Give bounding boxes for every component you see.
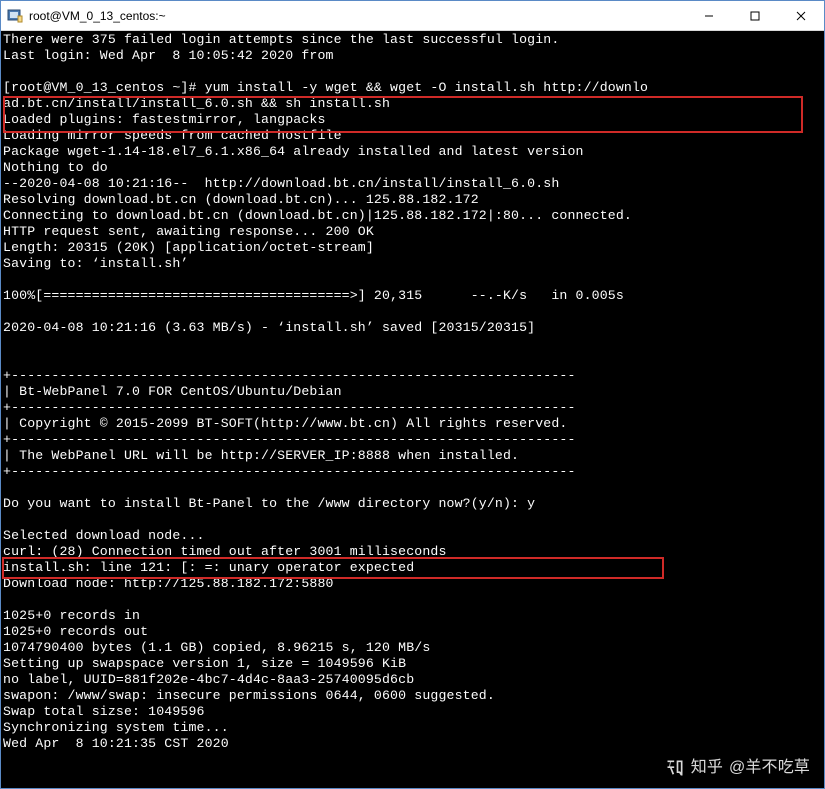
putty-app-icon — [7, 8, 23, 24]
terminal-line: HTTP request sent, awaiting response... … — [3, 224, 374, 239]
terminal-line: | Copyright © 2015-2099 BT-SOFT(http://w… — [3, 416, 567, 431]
terminal-line: ad.bt.cn/install/install_6.0.sh && sh in… — [3, 96, 390, 111]
terminal-line: Length: 20315 (20K) [application/octet-s… — [3, 240, 374, 255]
terminal-line: 100%[===================================… — [3, 288, 624, 303]
terminal-line: Synchronizing system time... — [3, 720, 229, 735]
titlebar[interactable]: root@VM_0_13_centos:~ — [1, 1, 824, 31]
terminal-line: Loaded plugins: fastestmirror, langpacks — [3, 112, 326, 127]
putty-window: root@VM_0_13_centos:~ There were 375 fai… — [0, 0, 825, 789]
terminal-line: Nothing to do — [3, 160, 108, 175]
terminal-line: install.sh: line 121: [: =: unary operat… — [3, 560, 414, 575]
terminal-line: +---------------------------------------… — [3, 400, 576, 415]
terminal-line: Loading mirror speeds from cached hostfi… — [3, 128, 342, 143]
terminal-line: 1074790400 bytes (1.1 GB) copied, 8.9621… — [3, 640, 430, 655]
maximize-button[interactable] — [732, 1, 778, 31]
terminal-line: Download node: http://125.88.182.172:588… — [3, 576, 334, 591]
terminal-line: +---------------------------------------… — [3, 464, 576, 479]
terminal-line: swapon: /www/swap: insecure permissions … — [3, 688, 495, 703]
terminal-pane[interactable]: There were 375 failed login attempts sin… — [1, 31, 824, 788]
terminal-line: | The WebPanel URL will be http://SERVER… — [3, 448, 519, 463]
watermark-user: @羊不吃草 — [729, 760, 810, 776]
terminal-line: Package wget-1.14-18.el7_6.1.x86_64 alre… — [3, 144, 584, 159]
terminal-line: curl: (28) Connection timed out after 30… — [3, 544, 447, 559]
terminal-line: 2020-04-08 10:21:16 (3.63 MB/s) - ‘insta… — [3, 320, 535, 335]
terminal-line: Swap total sizse: 1049596 — [3, 704, 205, 719]
terminal-line: Connecting to download.bt.cn (download.b… — [3, 208, 632, 223]
terminal-line: Last login: Wed Apr 8 10:05:42 2020 from — [3, 48, 334, 63]
terminal-line: There were 375 failed login attempts sin… — [3, 32, 559, 47]
terminal-line: no label, UUID=881f202e-4bc7-4d4c-8aa3-2… — [3, 672, 414, 687]
terminal-line: +---------------------------------------… — [3, 432, 576, 447]
watermark-brand: 知乎 — [691, 760, 723, 776]
terminal-line: Resolving download.bt.cn (download.bt.cn… — [3, 192, 479, 207]
terminal-line: 1025+0 records in — [3, 608, 140, 623]
terminal-line: Do you want to install Bt-Panel to the /… — [3, 496, 535, 511]
minimize-button[interactable] — [686, 1, 732, 31]
terminal-line: --2020-04-08 10:21:16-- http://download.… — [3, 176, 559, 191]
watermark: 知乎 @羊不吃草 — [665, 758, 810, 778]
terminal-line: Saving to: ‘install.sh’ — [3, 256, 188, 271]
window-title: root@VM_0_13_centos:~ — [29, 9, 166, 23]
terminal-line: [root@VM_0_13_centos ~]# yum install -y … — [3, 80, 648, 95]
close-button[interactable] — [778, 1, 824, 31]
terminal-line: Wed Apr 8 10:21:35 CST 2020 — [3, 736, 229, 751]
terminal-line: Selected download node... — [3, 528, 205, 543]
terminal-line: +---------------------------------------… — [3, 368, 576, 383]
terminal-line: Setting up swapspace version 1, size = 1… — [3, 656, 406, 671]
zhihu-icon — [665, 758, 685, 778]
terminal-line: | Bt-WebPanel 7.0 FOR CentOS/Ubuntu/Debi… — [3, 384, 342, 399]
terminal-line: 1025+0 records out — [3, 624, 148, 639]
